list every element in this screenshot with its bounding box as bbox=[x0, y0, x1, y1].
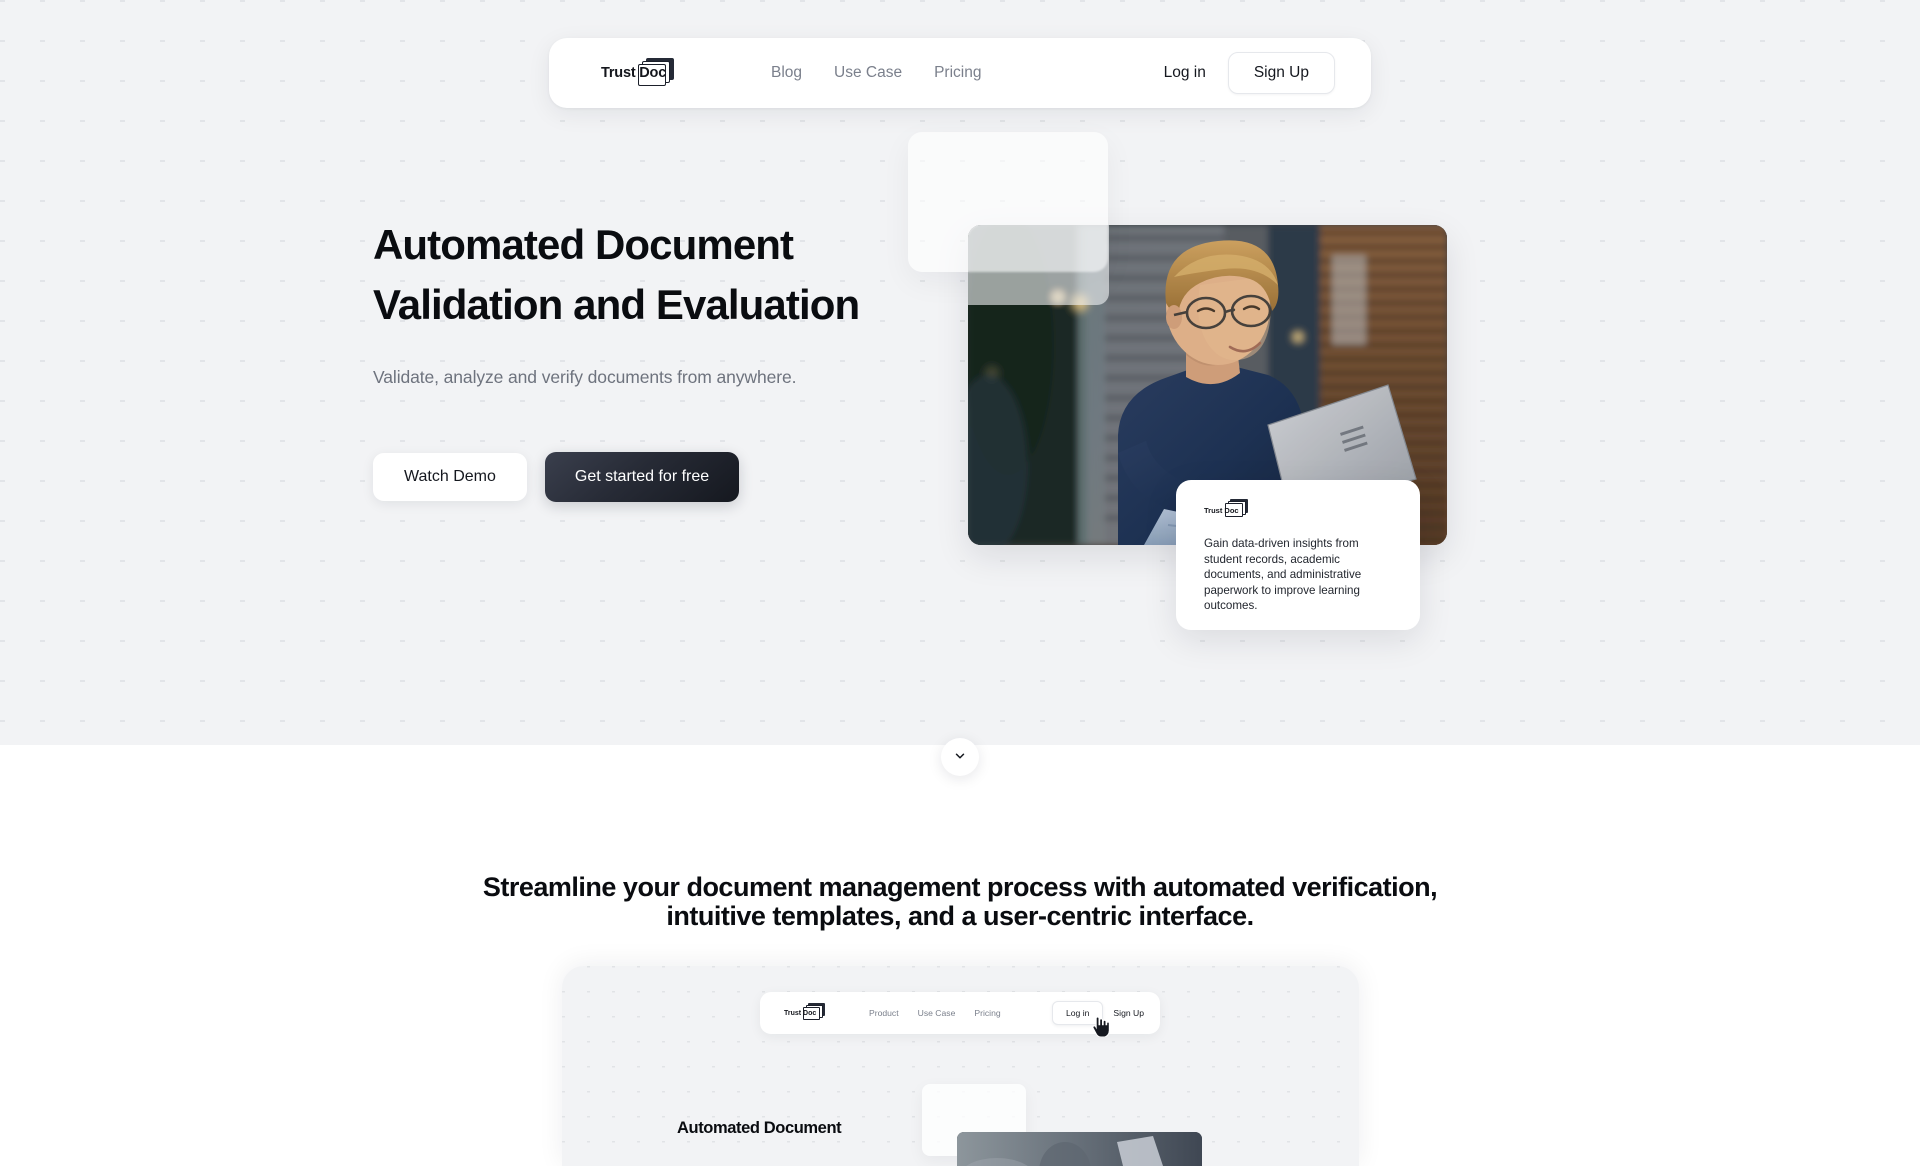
brand-logo[interactable]: Trust Doc bbox=[601, 56, 687, 90]
hero-section: Trust Doc Gain data-driven insights from… bbox=[0, 0, 1920, 745]
signup-button[interactable]: Sign Up bbox=[1227, 52, 1335, 94]
hero-actions: Watch Demo Get started for free bbox=[373, 452, 933, 502]
mockup-nav-item-use-case[interactable]: Use Case bbox=[918, 1008, 956, 1018]
login-link[interactable]: Log in bbox=[1164, 64, 1206, 82]
features-heading-line-2: intuitive templates, and a user-centric … bbox=[666, 900, 1254, 931]
chevron-down-icon bbox=[953, 749, 967, 766]
hero-copy: Automated Document Validation and Evalua… bbox=[373, 215, 933, 502]
mockup-signup-button[interactable]: Sign Up bbox=[1113, 1008, 1144, 1018]
brand-logo-text: Trust Doc bbox=[601, 65, 667, 81]
features-heading-line-1: Streamline your document management proc… bbox=[482, 872, 1438, 902]
hand-pointer-cursor bbox=[1092, 1016, 1111, 1038]
mockup-hero-title: Automated Document bbox=[677, 1119, 842, 1137]
hero-title-line-2: Validation and Evaluation bbox=[373, 281, 860, 328]
page-title: Automated Document Validation and Evalua… bbox=[373, 215, 933, 335]
mockup-nav-links: Product Use Case Pricing bbox=[869, 1008, 1001, 1018]
photo-corner-overlay bbox=[968, 225, 1109, 305]
nav-item-blog[interactable]: Blog bbox=[771, 64, 802, 82]
mockup-hero-photo bbox=[957, 1132, 1202, 1166]
hero-info-card: Trust Doc Gain data-driven insights from… bbox=[1176, 480, 1420, 630]
mockup-nav-item-product[interactable]: Product bbox=[869, 1008, 899, 1018]
nav-item-use-case[interactable]: Use Case bbox=[834, 64, 902, 82]
hero-visual: Trust Doc Gain data-driven insights from… bbox=[908, 130, 1508, 630]
mockup-login-button[interactable]: Log in bbox=[1052, 1001, 1111, 1038]
features-heading: Streamline your document management proc… bbox=[400, 873, 1520, 930]
mockup-brand-logo[interactable]: Trust Doc bbox=[784, 1003, 832, 1022]
info-card-logo-text: Trust Doc bbox=[1204, 506, 1239, 515]
scroll-down-button[interactable] bbox=[941, 738, 979, 776]
main-navbar: Trust Doc Blog Use Case Pricing Log in S… bbox=[549, 38, 1371, 108]
nav-item-pricing[interactable]: Pricing bbox=[934, 64, 981, 82]
nav-actions: Log in Sign Up bbox=[1164, 52, 1335, 94]
mockup-nav-item-pricing[interactable]: Pricing bbox=[974, 1008, 1000, 1018]
mockup-nav-actions: Log in Sign Up bbox=[1052, 1001, 1144, 1038]
nav-links: Blog Use Case Pricing bbox=[771, 64, 981, 82]
mockup-navbar: Trust Doc Product Use Case Pricing Log i… bbox=[760, 992, 1160, 1038]
info-card-logo: Trust Doc bbox=[1204, 499, 1256, 520]
info-card-text: Gain data-driven insights from student r… bbox=[1204, 537, 1362, 613]
watch-demo-button[interactable]: Watch Demo bbox=[373, 453, 527, 501]
mockup-login-label: Log in bbox=[1066, 1008, 1090, 1018]
hero-title-line-1: Automated Document bbox=[373, 221, 794, 268]
hero-subtitle: Validate, analyze and verify documents f… bbox=[373, 367, 797, 387]
page-preview-mockup: Trust Doc Product Use Case Pricing Log i… bbox=[562, 966, 1359, 1166]
get-started-button[interactable]: Get started for free bbox=[544, 452, 740, 502]
mockup-brand-logo-text: Trust Doc bbox=[784, 1009, 817, 1017]
